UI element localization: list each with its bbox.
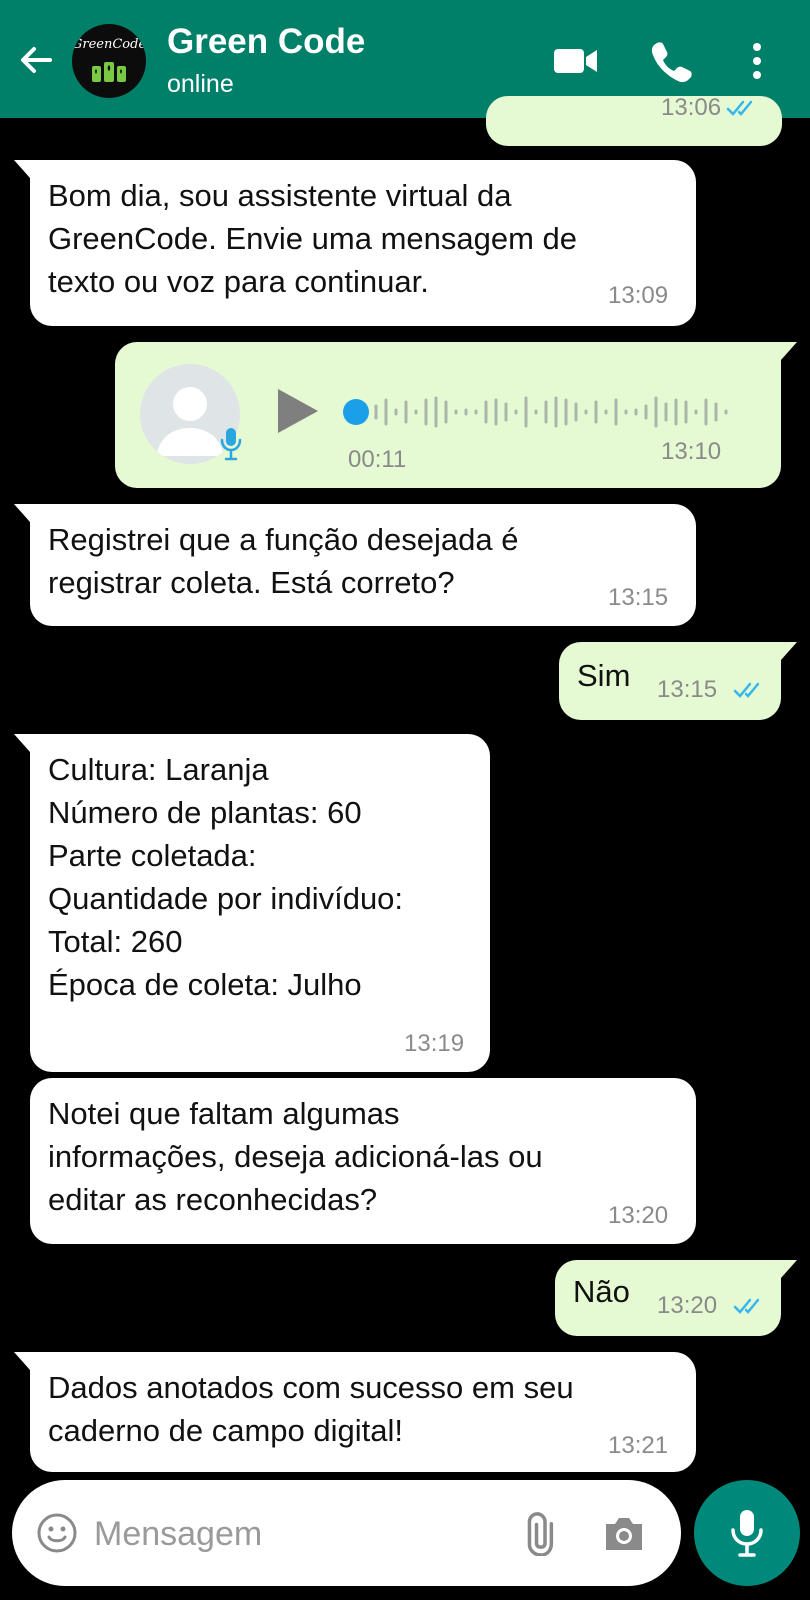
camera-icon[interactable] (602, 1514, 646, 1554)
message-text: Bom dia, sou assistente virtual da Green… (48, 178, 578, 299)
contact-avatar[interactable]: GreenCode (72, 24, 146, 98)
back-arrow-icon[interactable] (14, 38, 58, 82)
message-time: 13:19 (404, 1030, 465, 1057)
voice-record-button[interactable] (694, 1480, 800, 1586)
message-bubble-outgoing[interactable]: 13:06 (486, 94, 782, 146)
contact-name[interactable]: Green Code (167, 22, 365, 62)
message-time: 13:06 (661, 94, 722, 121)
message-time: 13:10 (661, 438, 722, 465)
play-icon[interactable] (275, 386, 321, 436)
voice-duration: 00:11 (348, 446, 407, 473)
read-ticks-icon (733, 1298, 760, 1314)
message-time: 13:15 (608, 584, 669, 611)
plant-logo-icon (92, 62, 126, 82)
message-bubble-outgoing[interactable]: Sim 13:15 (559, 642, 797, 720)
voice-mic-badge-icon (220, 428, 242, 461)
message-time: 13:21 (608, 1432, 669, 1459)
message-time: 13:20 (657, 1292, 718, 1319)
message-bubble-outgoing[interactable]: Não 13:20 (555, 1260, 797, 1336)
message-text: Registrei que a função desejada é regist… (48, 522, 519, 600)
phone-call-icon[interactable] (646, 36, 696, 86)
message-time: 13:09 (608, 282, 669, 309)
message-text: Não (573, 1274, 630, 1309)
audio-waveform[interactable] (343, 392, 743, 432)
message-bubble-incoming[interactable]: Dados anotados com sucesso em seu cadern… (14, 1352, 696, 1472)
message-text: Dados anotados com sucesso em seu cadern… (48, 1370, 574, 1448)
emoji-icon[interactable] (36, 1512, 78, 1554)
message-time: 13:15 (657, 676, 718, 703)
more-options-icon[interactable] (742, 36, 772, 86)
read-ticks-icon (733, 682, 760, 698)
message-bubble-incoming[interactable]: Cultura: Laranja Número de plantas: 60 P… (14, 734, 490, 1072)
avatar-logo-text: GreenCode (72, 37, 146, 52)
voice-message-bubble[interactable]: 00:11 13:10 (115, 342, 797, 488)
message-text: Sim (577, 658, 631, 693)
microphone-icon (731, 1510, 763, 1557)
message-text: Notei que faltam algumas informações, de… (48, 1096, 543, 1217)
contact-status: online (167, 70, 234, 98)
paperclip-icon[interactable] (522, 1510, 568, 1556)
message-bubble-incoming[interactable]: Notei que faltam algumas informações, de… (30, 1078, 696, 1244)
message-bubble-incoming[interactable]: Bom dia, sou assistente virtual da Green… (14, 160, 696, 326)
read-ticks-icon (726, 100, 753, 116)
message-bubble-incoming[interactable]: Registrei que a função desejada é regist… (14, 504, 696, 626)
message-text: Cultura: Laranja Número de plantas: 60 P… (48, 752, 404, 1002)
video-call-icon[interactable] (551, 36, 601, 86)
message-composer (12, 1480, 681, 1586)
message-input[interactable] (92, 1508, 496, 1560)
message-time: 13:20 (608, 1202, 669, 1229)
